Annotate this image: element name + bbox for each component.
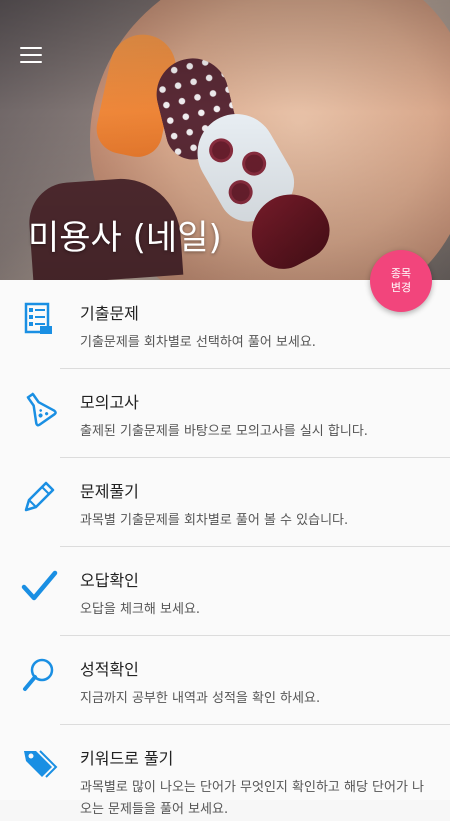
exam-paper-icon	[24, 302, 52, 334]
fab-label-line1: 종목	[390, 267, 412, 280]
menu-item-label: 문제풀기	[80, 482, 139, 501]
menu-item-solve-problems[interactable]: 문제풀기 과목별 기출문제를 회차별로 풀어 볼 수 있습니다.	[0, 458, 450, 547]
menu-item-wrong-answers[interactable]: 오답확인 오답을 체크해 보세요.	[0, 547, 450, 636]
menu-item-label: 키워드로 풀기	[80, 749, 174, 768]
menu-item-desc: 과목별 기출문제를 회차별로 풀어 볼 수 있습니다.	[80, 513, 349, 528]
menu-item-desc: 오답을 체크해 보세요.	[80, 602, 201, 617]
menu-item-desc: 과목별로 많이 나오는 단어가 무엇인지 확인하고 해당 단어가 나오는 문제들…	[80, 780, 425, 817]
change-subject-button[interactable]: 종목 변경	[370, 250, 432, 312]
hamburger-menu-icon[interactable]	[20, 47, 42, 65]
flask-icon	[26, 392, 57, 427]
checkmark-icon	[21, 570, 58, 601]
page-title: 미용사 (네일)	[28, 218, 222, 258]
menu-item-keyword-solve[interactable]: 키워드로 풀기 과목별로 많이 나오는 단어가 무엇인지 확인하고 해당 단어가…	[0, 725, 450, 817]
menu-item-mock-exam[interactable]: 모의고사 출제된 기출문제를 바탕으로 모의고사를 실시 합니다.	[0, 369, 450, 458]
magnifier-icon	[23, 658, 54, 691]
menu-item-check-scores[interactable]: 성적확인 지금까지 공부한 내역과 성적을 확인 하세요.	[0, 636, 450, 725]
menu-item-label: 모의고사	[80, 393, 139, 412]
menu-item-label: 기출문제	[80, 304, 139, 323]
menu-item-desc: 지금까지 공부한 내역과 성적을 확인 하세요.	[80, 691, 321, 706]
menu-item-desc: 출제된 기출문제를 바탕으로 모의고사를 실시 합니다.	[80, 424, 368, 439]
menu-item-label: 오답확인	[80, 571, 139, 590]
menu-item-label: 성적확인	[80, 660, 139, 679]
menu-item-desc: 기출문제를 회차별로 선택하여 풀어 보세요.	[80, 335, 316, 350]
menu-list: 기출문제 기출문제를 회차별로 선택하여 풀어 보세요. 모의고사 출제된 기출…	[0, 280, 450, 817]
tags-icon	[24, 750, 58, 778]
pencil-icon	[24, 481, 55, 512]
fab-label-line2: 변경	[390, 281, 412, 294]
